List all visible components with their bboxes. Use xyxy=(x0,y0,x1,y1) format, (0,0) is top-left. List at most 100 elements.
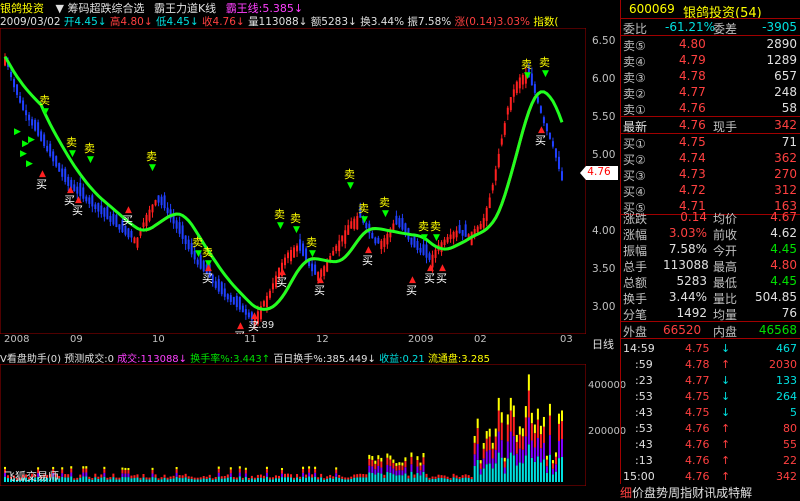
tab-price[interactable]: 价 xyxy=(632,486,644,500)
volume-bar xyxy=(238,466,241,469)
volume-bar xyxy=(259,477,262,482)
volume-bar xyxy=(296,474,299,478)
volume-bar xyxy=(320,473,323,478)
volume-bar xyxy=(220,478,223,482)
candle-body xyxy=(410,237,413,245)
volume-bar xyxy=(518,426,521,435)
buy-level[interactable]: 买④ 4.72 312 xyxy=(621,182,800,199)
info-high: 高4.80 xyxy=(109,16,144,28)
tab-week[interactable]: 周 xyxy=(668,486,680,500)
volume-bar xyxy=(133,475,136,479)
volume-bar xyxy=(461,475,464,478)
sell-signal: 卖 xyxy=(306,236,317,249)
sell-level[interactable]: 卖② 4.77 248 xyxy=(621,84,800,101)
volume-bar xyxy=(67,477,70,482)
volume-bar xyxy=(431,478,434,482)
volume-bar xyxy=(455,475,458,479)
tab-trend[interactable]: 势 xyxy=(656,486,668,500)
sell-level[interactable]: 卖⑤ 4.80 2890 xyxy=(621,36,800,53)
volume-bar xyxy=(491,448,494,459)
volume-bar xyxy=(109,477,112,480)
volume-bar xyxy=(365,477,368,482)
volume-bar xyxy=(434,478,437,482)
volume-bar xyxy=(494,428,497,437)
volume-bar xyxy=(172,478,175,482)
volume-bar xyxy=(509,410,512,432)
info-change: 涨(0.14)3.03% xyxy=(454,16,531,28)
candle-body xyxy=(518,77,521,89)
volume-bar xyxy=(103,476,106,482)
info-index[interactable]: 指数( xyxy=(533,16,558,28)
indicator-3-arrow: ↓ xyxy=(293,2,304,14)
volume-bar xyxy=(500,412,503,423)
volume-bar xyxy=(160,477,163,480)
tab-finance[interactable]: 财 xyxy=(692,486,704,500)
watermark: 飞狐交易师 xyxy=(4,469,59,483)
tab-explain[interactable]: 解 xyxy=(740,486,752,500)
volume-bar xyxy=(422,452,425,458)
volume-bar xyxy=(362,473,365,478)
buy-level[interactable]: 买① 4.75 71 xyxy=(621,134,800,151)
candle-body xyxy=(148,209,151,221)
volume-bar xyxy=(103,472,106,477)
volume-bar xyxy=(359,473,362,478)
volume-bar xyxy=(280,467,283,471)
indicator-2[interactable]: 霸王力道K线 xyxy=(154,2,216,14)
tab-detail[interactable]: 细 xyxy=(620,486,632,500)
volume-bar xyxy=(148,477,151,480)
volume-bar xyxy=(404,461,407,468)
candle-body xyxy=(34,119,37,131)
volume-bar xyxy=(530,412,533,424)
tick-row: :53 4.76 ↑ 80 xyxy=(635,422,797,435)
candle-body xyxy=(491,184,494,191)
sell-arrow-icon: ▼ xyxy=(361,215,368,225)
volume-chart[interactable]: 飞狐交易师 xyxy=(0,364,586,486)
volume-bar xyxy=(488,463,491,482)
dropdown-icon[interactable]: ▼ xyxy=(56,2,64,14)
tab-pan[interactable]: 盘 xyxy=(644,486,656,500)
sell-level[interactable]: 卖① 4.76 58 xyxy=(621,100,800,117)
candlestick-chart[interactable]: 卖▼卖▼ 卖▼ 卖▼卖▼ 卖▼卖▼卖▼卖▼卖▼卖▼卖▼卖▼卖▼卖▼卖▼▲买 ▲买 ▲买 ▲买… xyxy=(0,28,586,334)
volume-bar xyxy=(506,424,509,442)
volume-bar xyxy=(371,466,374,473)
volume-bar xyxy=(73,478,76,480)
indicator-1[interactable]: 筹码超跌综合选 xyxy=(67,2,144,14)
candle-body xyxy=(479,223,482,230)
candle-body xyxy=(265,295,268,308)
volume-bar xyxy=(401,462,404,466)
volume-bar xyxy=(124,473,127,478)
volume-bar xyxy=(187,478,190,482)
tab-index[interactable]: 指 xyxy=(680,486,692,500)
volume-title[interactable]: V看盘助手(0) xyxy=(0,354,61,364)
flag-icon: ▶ xyxy=(14,127,21,137)
volume-bar xyxy=(494,463,497,482)
outer-inner-row: 外盘 66520 内盘 46568 xyxy=(623,323,797,339)
volume-bar xyxy=(109,479,112,482)
volume-bar xyxy=(515,434,518,442)
volume-bar xyxy=(308,476,311,482)
sell-level[interactable]: 卖④ 4.79 1289 xyxy=(621,52,800,69)
price-info-bar: 2009/03/02 开4.45↓ 高4.80↓ 低4.45↓ 收4.76↓ 量… xyxy=(0,16,559,28)
tab-news[interactable]: 讯 xyxy=(704,486,716,500)
volume-bar xyxy=(344,477,347,480)
volume-bar xyxy=(512,455,515,482)
volume-bar xyxy=(253,479,256,482)
candle-body xyxy=(497,153,500,168)
volume-bar xyxy=(317,479,320,482)
volume-bar xyxy=(61,469,64,474)
tick-row: :43 4.75 ↓ 5 xyxy=(635,406,797,419)
volume-income: 收益:0.21 xyxy=(379,354,425,364)
volume-bar xyxy=(154,474,157,478)
candle-body xyxy=(40,131,43,141)
tab-composition[interactable]: 成 xyxy=(716,486,728,500)
volume-bar xyxy=(94,477,97,482)
volume-bar xyxy=(407,475,410,479)
sell-level[interactable]: 卖③ 4.78 657 xyxy=(621,68,800,85)
candle-body xyxy=(554,148,557,158)
buy-level[interactable]: 买② 4.74 362 xyxy=(621,150,800,167)
buy-level[interactable]: 买③ 4.73 270 xyxy=(621,166,800,183)
daily-label[interactable]: 日线 xyxy=(586,336,620,351)
volume-bar xyxy=(395,463,398,466)
tab-feature[interactable]: 特 xyxy=(728,486,740,500)
candle-body xyxy=(557,156,560,169)
